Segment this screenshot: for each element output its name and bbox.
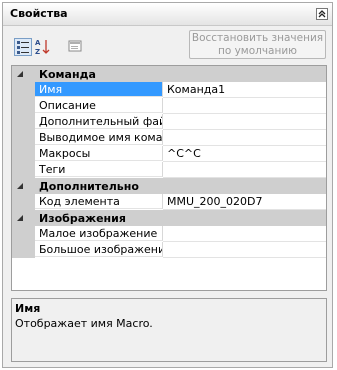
property-row-name[interactable]: Имя Команда1 (12, 82, 326, 98)
category-name: Дополнительно (39, 180, 139, 193)
svg-text:Z: Z (35, 48, 40, 56)
description-pane: Имя Отображает имя Macro. (11, 298, 327, 362)
property-name: Теги (35, 162, 163, 177)
property-row-display-name[interactable]: Выводимое имя команд (12, 130, 326, 146)
property-row-large-image[interactable]: Большое изображение (12, 242, 326, 258)
property-value[interactable] (163, 162, 326, 178)
property-value[interactable] (163, 242, 326, 258)
property-row-extra-file[interactable]: Дополнительный файл с (12, 114, 326, 130)
collapse-button[interactable] (316, 8, 328, 20)
restore-defaults-button[interactable]: Восстановить значения по умолчанию (189, 30, 326, 59)
property-name: Малое изображение (35, 226, 163, 241)
property-grid: Команда Имя Команда1 Описание Дополнител… (11, 65, 327, 291)
expanded-triangle-icon (17, 71, 23, 77)
category-name: Изображения (39, 212, 126, 225)
panel-titlebar: Свойства (3, 3, 332, 26)
property-name: Описание (35, 98, 163, 113)
property-name: Выводимое имя команд (35, 130, 163, 145)
toolbar: A Z Восстановить значения по умолчанию (3, 26, 332, 62)
panel-title: Свойства (10, 7, 68, 20)
sort-az-icon: A Z (35, 39, 50, 56)
property-value[interactable]: MMU_200_020D7 (163, 194, 326, 210)
property-row-macros[interactable]: Макросы ^C^C (12, 146, 326, 162)
property-value[interactable]: Команда1 (163, 82, 326, 98)
property-name: Макросы (35, 146, 163, 161)
restore-label-line1: Восстановить значения (191, 32, 324, 44)
property-row-small-image[interactable]: Малое изображение (12, 226, 326, 242)
expanded-triangle-icon (17, 215, 23, 221)
property-value[interactable]: ^C^C (163, 146, 326, 162)
restore-label-line2: по умолчанию (217, 45, 298, 57)
property-value[interactable] (163, 226, 326, 242)
property-value[interactable] (163, 98, 326, 114)
svg-text:A: A (35, 39, 41, 47)
properties-panel: Свойства A Z Восстановить значения по ум… (2, 2, 333, 368)
category-advanced[interactable]: Дополнительно (12, 178, 326, 194)
category-command[interactable]: Команда (12, 66, 326, 82)
property-pages-icon (68, 40, 82, 52)
categorized-list-icon (17, 41, 29, 54)
sort-alphabetical-button[interactable]: A Z (35, 38, 53, 56)
property-name: Имя (35, 82, 163, 97)
category-name: Команда (39, 68, 96, 81)
property-name: Большое изображение (35, 242, 163, 257)
property-row-description[interactable]: Описание (12, 98, 326, 114)
description-text: Отображает имя Macro. (15, 317, 153, 330)
property-row-tags[interactable]: Теги (12, 162, 326, 178)
categorized-view-button[interactable] (14, 38, 32, 56)
expanded-triangle-icon (17, 183, 23, 189)
description-title: Имя (15, 302, 41, 315)
property-pages-button[interactable] (67, 38, 85, 56)
property-value[interactable] (163, 130, 326, 146)
property-name: Код элемента (35, 194, 163, 209)
double-chevron-up-icon (318, 10, 326, 18)
property-name: Дополнительный файл с (35, 114, 163, 129)
property-value[interactable] (163, 114, 326, 130)
category-images[interactable]: Изображения (12, 210, 326, 226)
property-row-element-id[interactable]: Код элемента MMU_200_020D7 (12, 194, 326, 210)
